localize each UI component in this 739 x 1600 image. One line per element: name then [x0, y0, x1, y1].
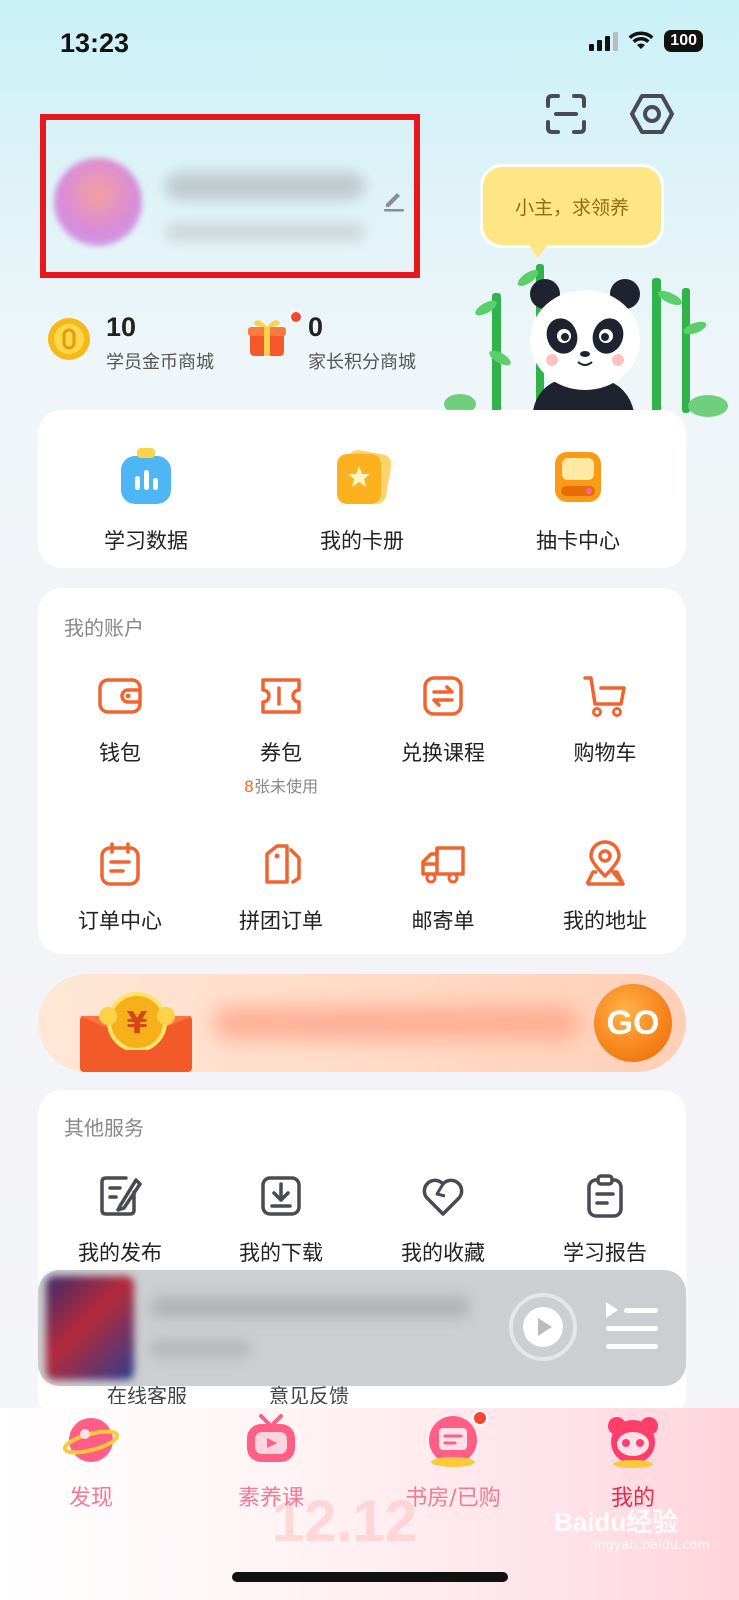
chart-icon: [121, 448, 171, 504]
profile-highlight-box: [40, 114, 420, 278]
account-exchange-course[interactable]: 兑换课程: [362, 672, 524, 767]
account-orders[interactable]: 订单中心: [39, 840, 201, 935]
account-group-orders[interactable]: 拼团订单: [200, 840, 362, 935]
panda-face-icon: [608, 1417, 658, 1468]
quick-study-data-label: 学习数据: [104, 529, 188, 553]
banner-text-redacted: [212, 1006, 580, 1040]
my-favorites-label: 我的收藏: [401, 1241, 485, 1265]
tab-discover[interactable]: 发现: [26, 1412, 156, 1512]
quick-card-draw[interactable]: 抽卡中心: [498, 446, 658, 555]
player-subtitle-redacted: [150, 1340, 250, 1358]
speech-bubble-tail: [528, 244, 548, 258]
playlist-icon[interactable]: [600, 1298, 662, 1356]
address-label: 我的地址: [563, 909, 647, 933]
gift-icon[interactable]: [244, 314, 290, 360]
account-wallet[interactable]: 钱包: [39, 672, 201, 767]
tab-courses-label: 素养课: [237, 1486, 304, 1511]
group-orders-label: 拼团订单: [239, 909, 323, 933]
play-icon[interactable]: [508, 1292, 578, 1362]
student-coins-label[interactable]: 学员金币商城: [106, 348, 214, 374]
tab-discover-label: 发现: [68, 1486, 113, 1511]
banner-go-button[interactable]: GO: [594, 984, 672, 1062]
service-my-favorites[interactable]: 我的收藏: [362, 1172, 524, 1267]
wallet-icon: [98, 678, 142, 714]
planet-icon: [62, 1418, 120, 1462]
quick-study-data[interactable]: 学习数据: [66, 446, 226, 555]
scan-icon[interactable]: [542, 90, 590, 138]
tab-mine[interactable]: 我的: [568, 1412, 698, 1512]
wallet-label: 钱包: [99, 741, 141, 765]
notification-dot: [289, 310, 303, 324]
baidu-watermark-url: jingyan.baidu.com: [590, 1538, 710, 1553]
my-downloads-label: 我的下载: [239, 1241, 323, 1265]
tv-icon: [247, 1414, 295, 1462]
coupon-note-text: 张未使用: [254, 777, 319, 796]
service-my-posts[interactable]: 我的发布: [39, 1172, 201, 1267]
card-draw-icon: [555, 452, 601, 502]
quick-card-album-label: 我的卡册: [320, 529, 404, 553]
account-section-title: 我的账户: [64, 616, 144, 640]
cart-label: 购物车: [573, 741, 637, 765]
speech-bubble: 小主，求领养: [480, 164, 664, 248]
feedback-label[interactable]: 意见反馈: [228, 1386, 390, 1404]
notification-dot: [472, 1410, 488, 1426]
account-address[interactable]: 我的地址: [524, 840, 686, 935]
student-coins-value[interactable]: 10: [106, 312, 136, 343]
status-time: 13:23: [60, 28, 130, 58]
parent-points-label[interactable]: 家长积分商城: [308, 348, 416, 374]
baidu-watermark: Baidu经验: [554, 1507, 679, 1537]
svg-text:¥: ¥: [127, 1006, 148, 1041]
settings-icon[interactable]: [628, 90, 676, 138]
account-coupons[interactable]: 券包 8张未使用: [200, 672, 362, 797]
service-study-report[interactable]: 学习报告: [524, 1172, 686, 1267]
player-title-redacted: [150, 1296, 470, 1318]
quick-card-draw-label: 抽卡中心: [536, 529, 620, 553]
account-cart[interactable]: 购物车: [524, 672, 686, 767]
yuan-coin-icon: ¥: [99, 992, 175, 1050]
tab-bookroom[interactable]: 书房/已购: [388, 1412, 518, 1512]
battery-indicator: 100: [664, 30, 703, 52]
exchange-icon: [423, 676, 463, 716]
coupons-label: 券包: [260, 741, 302, 765]
signal-icon: [589, 31, 619, 51]
truck-icon: [421, 846, 465, 884]
order-icon: [100, 842, 140, 886]
online-service-label[interactable]: 在线客服: [66, 1386, 228, 1404]
services-section-title: 其他服务: [64, 1116, 144, 1140]
quick-card-album[interactable]: 我的卡册: [282, 446, 442, 555]
tab-bookroom-label: 书房/已购: [405, 1486, 501, 1511]
tab-courses[interactable]: 素养课: [206, 1412, 336, 1512]
coupon-count: 8: [243, 777, 255, 796]
coupon-note: 8张未使用: [200, 773, 362, 797]
report-icon: [587, 1174, 623, 1218]
mail-orders-label: 邮寄单: [411, 909, 475, 933]
location-icon: [585, 840, 625, 886]
coupon-icon: [261, 678, 301, 714]
wifi-icon: [628, 31, 654, 49]
study-report-label: 学习报告: [563, 1241, 647, 1265]
exchange-course-label: 兑换课程: [401, 741, 485, 765]
panda-mascot[interactable]: [440, 258, 730, 418]
orders-label: 订单中心: [78, 909, 162, 933]
home-indicator[interactable]: [232, 1572, 508, 1582]
group-order-icon: [265, 844, 301, 884]
player-cover-art[interactable]: [46, 1276, 134, 1380]
download-icon: [261, 1176, 301, 1216]
my-posts-label: 我的发布: [78, 1241, 162, 1265]
service-my-downloads[interactable]: 我的下载: [200, 1172, 362, 1267]
card-album-icon: [337, 450, 392, 504]
mini-player[interactable]: [38, 1270, 686, 1386]
edit-note-icon: [100, 1176, 142, 1216]
status-icons: 100: [589, 30, 703, 52]
cart-icon: [583, 676, 626, 717]
account-mail-orders[interactable]: 邮寄单: [362, 840, 524, 935]
heart-icon: [422, 1178, 464, 1216]
services-hidden-row: 在线客服 意见反馈: [66, 1384, 666, 1404]
coin-icon[interactable]: [46, 316, 92, 362]
parent-points-value[interactable]: 0: [308, 312, 323, 343]
